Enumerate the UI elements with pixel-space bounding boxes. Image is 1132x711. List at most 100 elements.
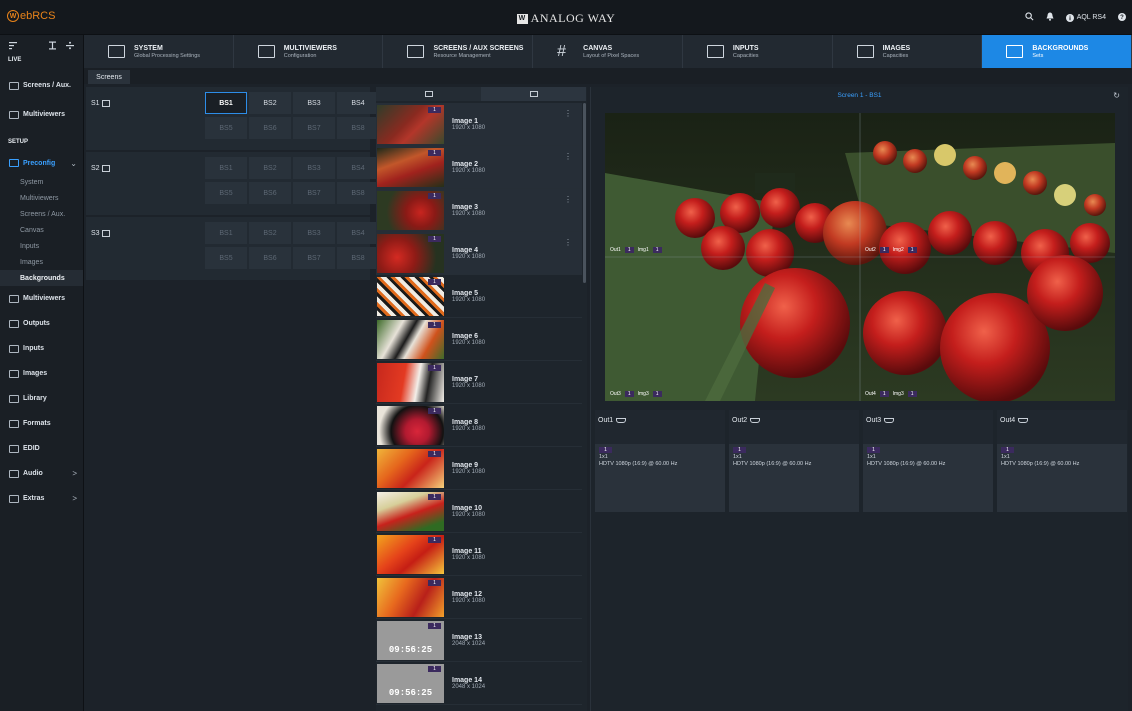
list-item[interactable]: 1 Image 11 1920 x 1080: [376, 533, 582, 576]
background-set-button[interactable]: BS6: [249, 182, 291, 204]
output-card[interactable]: Out1 1 1x1 HDTV 1080p (16:9) @ 60.00 Hz: [595, 410, 725, 512]
background-set-button[interactable]: BS2: [249, 222, 291, 244]
tab-screens-aux[interactable]: SCREENS / AUX SCREENS Resource Management: [383, 35, 534, 68]
live-section-label: LIVE: [8, 57, 22, 63]
background-set-button[interactable]: BS1: [205, 157, 247, 179]
bell-icon[interactable]: [1046, 12, 1054, 23]
tab-multiviewers[interactable]: MULTIVIEWERS Configuration: [234, 35, 384, 68]
tab-inputs-source[interactable]: [376, 87, 481, 101]
background-set-button[interactable]: BS3: [293, 157, 335, 179]
background-set-button[interactable]: BS7: [293, 247, 335, 269]
list-item[interactable]: 1 Image 1 1920 x 1080 ⋮: [376, 103, 582, 146]
sidebar-item-library[interactable]: Library: [0, 386, 83, 411]
device-selector[interactable]: AQL RS4: [1065, 13, 1106, 22]
tab-subtitle: Configuration: [283, 52, 317, 59]
output-card[interactable]: Out2 1 1x1 HDTV 1080p (16:9) @ 60.00 Hz: [729, 410, 859, 512]
tab-images-source[interactable]: [481, 87, 586, 101]
list-item[interactable]: 1 Image 8 1920 x 1080: [376, 404, 582, 447]
tab-inputs[interactable]: INPUTS Capacities: [683, 35, 833, 68]
list-item[interactable]: 1 Image 3 1920 x 1080 ⋮: [376, 189, 582, 232]
list-item[interactable]: 1 Image 9 1920 x 1080: [376, 447, 582, 490]
background-set-button[interactable]: BS7: [293, 117, 335, 139]
menu-icon[interactable]: [9, 41, 17, 53]
output-index-pill: 1: [624, 247, 634, 253]
more-vertical-icon[interactable]: ⋮: [564, 195, 572, 204]
sidebar-item-inputs[interactable]: Inputs: [0, 336, 83, 361]
list-item[interactable]: 1 Image 12 1920 x 1080: [376, 576, 582, 619]
tab-screens[interactable]: Screens: [88, 70, 130, 84]
list-item[interactable]: 1 Image 6 1920 x 1080: [376, 318, 582, 361]
list-item[interactable]: 1 09:56:25 Image 13 2048 x 1024: [376, 619, 582, 662]
sidebar-item-images[interactable]: Images: [0, 361, 83, 386]
background-set-button[interactable]: BS1: [205, 92, 247, 114]
sidebar-sub-inputs[interactable]: Inputs: [0, 238, 83, 254]
list-item[interactable]: 1 Image 10 1920 x 1080: [376, 490, 582, 533]
background-set-button[interactable]: BS1: [205, 222, 247, 244]
sidebar-item-outputs[interactable]: Outputs: [0, 311, 83, 336]
background-set-button[interactable]: BS8: [337, 117, 379, 139]
sidebar-item-preconfig[interactable]: Preconfig ⌄: [0, 152, 83, 174]
tab-canvas[interactable]: # CANVAS Layout of Pixel Spaces: [533, 35, 683, 68]
list-item[interactable]: 1 09:56:25 Image 14 2048 x 1024: [376, 662, 582, 705]
sidebar-item-label: Screens / Aux.: [23, 82, 71, 89]
output-label: Out1: [610, 247, 621, 253]
help-icon[interactable]: ?: [1118, 12, 1126, 23]
background-set-button[interactable]: BS7: [293, 182, 335, 204]
background-set-button[interactable]: BS2: [249, 92, 291, 114]
background-set-button[interactable]: BS6: [249, 247, 291, 269]
sidebar-item-formats[interactable]: Formats: [0, 411, 83, 436]
background-set-button[interactable]: BS4: [337, 92, 379, 114]
sidebar-item-edid[interactable]: EDID: [0, 436, 83, 461]
output-cards: Out1 1 1x1 HDTV 1080p (16:9) @ 60.00 Hz …: [595, 410, 1127, 512]
background-set-button[interactable]: BS4: [337, 157, 379, 179]
output-overlay-tag: Out2 1 Img2 1: [865, 246, 917, 254]
tab-system[interactable]: SYSTEM Global Processing Settings: [84, 35, 234, 68]
tab-text: MULTIVIEWERS Configuration: [284, 45, 337, 59]
more-vertical-icon[interactable]: ⋮: [564, 109, 572, 118]
sidebar-sub-backgrounds[interactable]: Backgrounds: [0, 270, 83, 286]
more-vertical-icon[interactable]: ⋮: [564, 152, 572, 161]
svg-text:?: ?: [1120, 15, 1124, 21]
background-set-button[interactable]: BS2: [249, 157, 291, 179]
split-icon[interactable]: [66, 41, 74, 53]
background-set-button[interactable]: BS3: [293, 92, 335, 114]
search-icon[interactable]: [1025, 12, 1034, 23]
background-set-button[interactable]: BS5: [205, 117, 247, 139]
sidebar-sub-images[interactable]: Images: [0, 254, 83, 270]
list-item[interactable]: 1 Image 7 1920 x 1080: [376, 361, 582, 404]
collapse-icon[interactable]: [48, 41, 57, 53]
sidebar-item-screens-aux[interactable]: Screens / Aux.: [0, 73, 83, 98]
background-set-button[interactable]: BS8: [337, 247, 379, 269]
screen-canvas-preview[interactable]: Out1 1 Img1 1 Out2 1 Img2 1 Out3 1 Img3 …: [605, 113, 1115, 401]
sidebar-sub-system[interactable]: System: [0, 174, 83, 190]
background-set-button[interactable]: BS3: [293, 222, 335, 244]
background-set-button[interactable]: BS6: [249, 117, 291, 139]
background-set-button[interactable]: BS5: [205, 247, 247, 269]
sidebar-sub-screens-aux[interactable]: Screens / Aux.: [0, 206, 83, 222]
sidebar-item-audio[interactable]: Audio >: [0, 461, 83, 486]
list-item[interactable]: 1 Image 4 1920 x 1080 ⋮: [376, 232, 582, 275]
output-card[interactable]: Out4 1 1x1 HDTV 1080p (16:9) @ 60.00 Hz: [997, 410, 1127, 512]
sidebar-item-extras[interactable]: Extras >: [0, 486, 83, 511]
sidebar-item-multiviewers-live[interactable]: Multiviewers: [0, 102, 83, 127]
tab-images[interactable]: IMAGES Capacities: [833, 35, 983, 68]
output-card[interactable]: Out3 1 1x1 HDTV 1080p (16:9) @ 60.00 Hz: [863, 410, 993, 512]
background-set-button[interactable]: BS5: [205, 182, 247, 204]
more-vertical-icon[interactable]: ⋮: [564, 238, 572, 247]
image-thumbnail: 1: [377, 491, 444, 531]
image-thumbnail: 1: [377, 190, 444, 230]
sidebar-sub-canvas[interactable]: Canvas: [0, 222, 83, 238]
list-item[interactable]: 1 Image 5 1920 x 1080: [376, 275, 582, 318]
background-set-button[interactable]: BS4: [337, 222, 379, 244]
image-list-scrollbar[interactable]: [583, 103, 586, 283]
audio-icon: [9, 469, 19, 478]
image-index-pill: 1: [907, 247, 917, 253]
output-name: Out4: [1000, 417, 1016, 424]
sidebar-sub-multiviewers[interactable]: Multiviewers: [0, 190, 83, 206]
background-set-button[interactable]: BS8: [337, 182, 379, 204]
tab-text: CANVAS Layout of Pixel Spaces: [583, 45, 639, 59]
sidebar-item-multiviewers[interactable]: Multiviewers: [0, 286, 83, 311]
refresh-icon[interactable]: ↻: [1113, 91, 1120, 100]
list-item[interactable]: 1 Image 2 1920 x 1080 ⋮: [376, 146, 582, 189]
tab-backgrounds[interactable]: BACKGROUNDS Sets: [982, 35, 1132, 68]
